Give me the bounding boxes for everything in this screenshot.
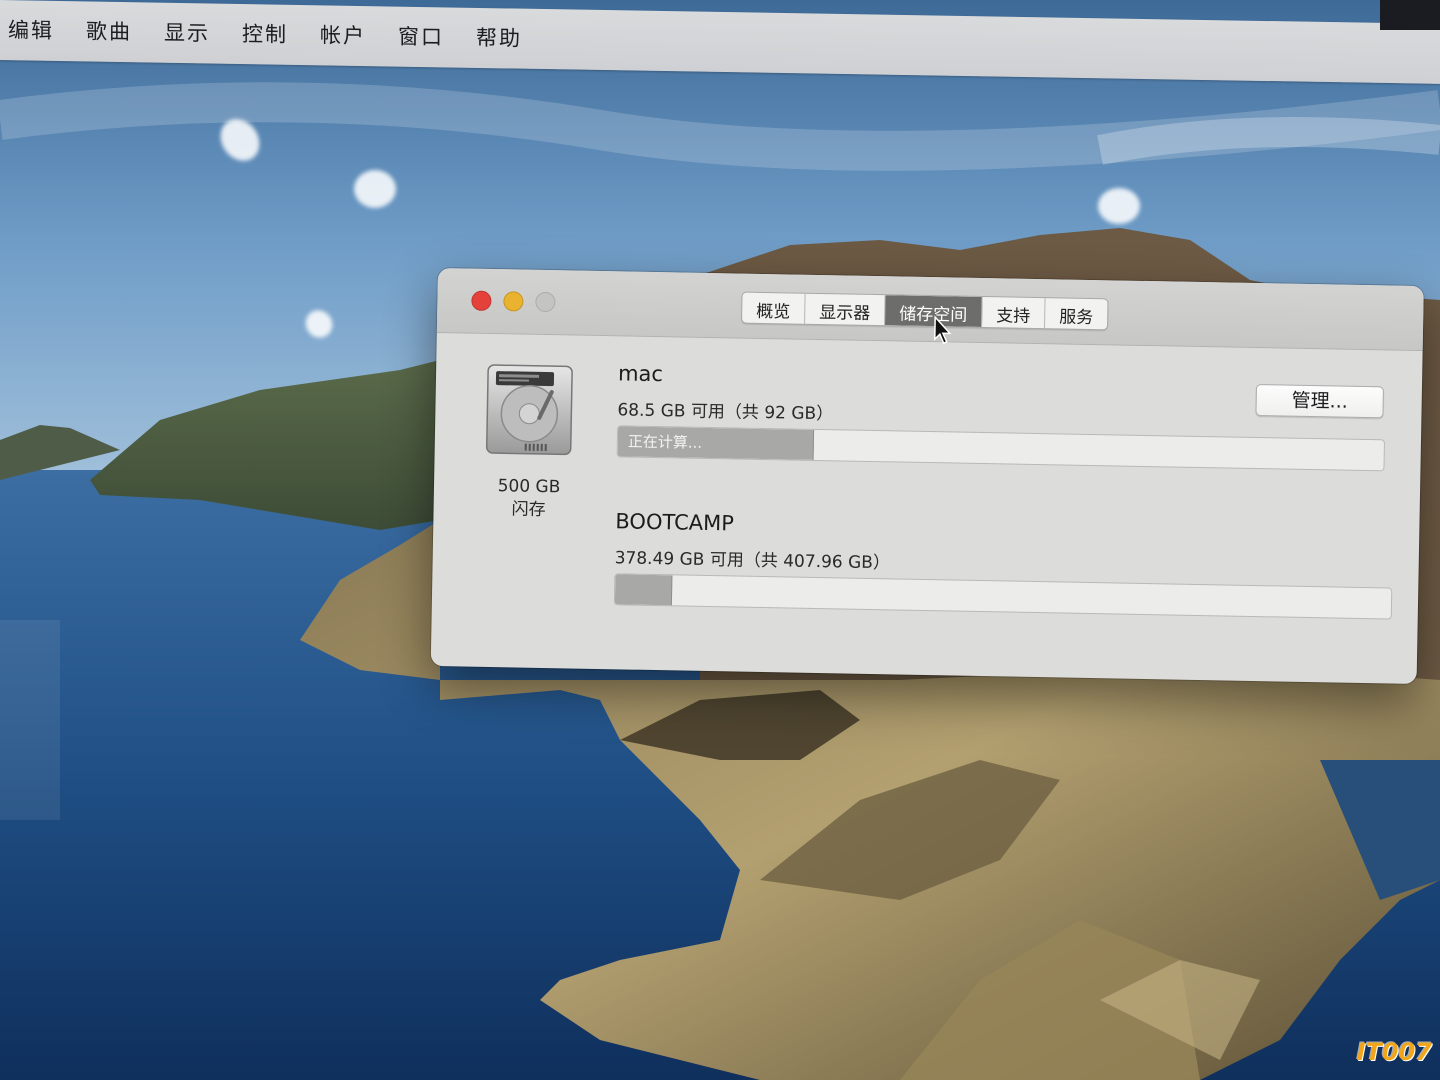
volume-info-mac: 68.5 GB 可用（共 92 GB） bbox=[617, 400, 834, 425]
screen-glare bbox=[1098, 188, 1140, 224]
hard-drive-icon bbox=[485, 364, 573, 456]
drive-capacity-label: 500 GB 闪存 bbox=[473, 475, 584, 523]
screen-bezel bbox=[1380, 0, 1440, 30]
menu-window[interactable]: 窗口 bbox=[398, 21, 444, 52]
menu-list: 编辑 歌曲 显示 控制 帐户 窗口 帮助 bbox=[8, 14, 554, 53]
storage-bar-mac: 正在计算... bbox=[616, 425, 1386, 472]
screen-glare bbox=[354, 170, 396, 208]
tab-displays[interactable]: 显示器 bbox=[805, 293, 886, 326]
menu-edit[interactable]: 编辑 bbox=[8, 14, 54, 45]
tab-overview[interactable]: 概览 bbox=[742, 292, 806, 324]
storage-bar-bootcamp bbox=[613, 573, 1393, 620]
tab-bar: 概览 显示器 储存空间 支持 服务 bbox=[741, 291, 1109, 331]
about-this-mac-window: 概览 显示器 储存空间 支持 服务 500 GB 闪存 mac 68.5 GB … bbox=[430, 268, 1424, 685]
storage-bar-used-bootcamp bbox=[614, 574, 673, 606]
tab-service[interactable]: 服务 bbox=[1045, 298, 1108, 329]
volume-info-bootcamp: 378.49 GB 可用（共 407.96 GB） bbox=[614, 548, 891, 574]
close-button[interactable] bbox=[471, 290, 492, 311]
manage-button[interactable]: 管理... bbox=[1255, 384, 1384, 419]
minimize-button[interactable] bbox=[503, 291, 524, 312]
watermark-logo: IT007 bbox=[1356, 1038, 1432, 1066]
menu-song[interactable]: 歌曲 bbox=[86, 15, 132, 46]
menu-view[interactable]: 显示 bbox=[164, 17, 210, 48]
drive-capacity: 500 GB bbox=[497, 476, 561, 498]
storage-bar-calculating-label: 正在计算... bbox=[627, 432, 703, 452]
mouse-pointer-icon bbox=[933, 315, 952, 345]
volume-name-mac: mac bbox=[617, 361, 664, 387]
menu-controls[interactable]: 控制 bbox=[242, 18, 288, 49]
drive-type: 闪存 bbox=[511, 499, 546, 521]
menu-help[interactable]: 帮助 bbox=[476, 22, 522, 53]
menu-account[interactable]: 帐户 bbox=[320, 19, 366, 50]
volume-name-bootcamp: BOOTCAMP bbox=[615, 509, 735, 536]
zoom-button[interactable] bbox=[535, 291, 556, 313]
tab-support[interactable]: 支持 bbox=[982, 296, 1046, 329]
